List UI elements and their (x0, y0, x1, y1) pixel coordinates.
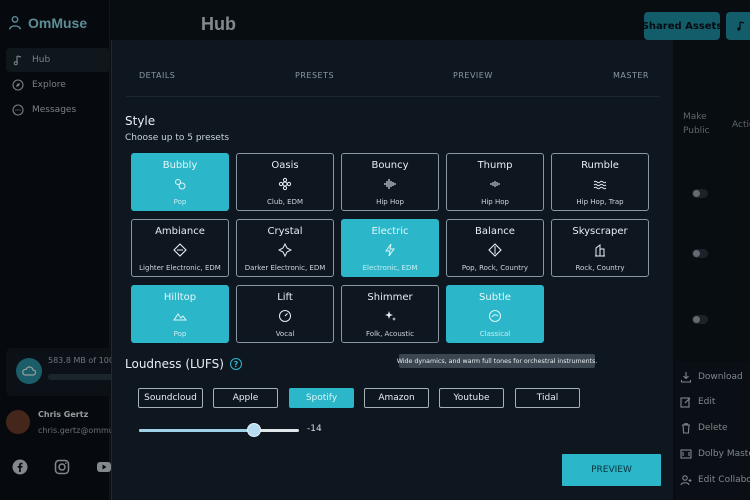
preset-card-shimmer[interactable]: Shimmer Folk, Acoustic (341, 285, 439, 343)
preset-name: Thump (477, 160, 513, 171)
preset-tags: Folk, Acoustic (366, 330, 414, 338)
gauge-icon (278, 306, 292, 326)
preset-tags: Lighter Electronic, EDM (139, 264, 221, 272)
small-waveform-icon (488, 174, 502, 194)
platform-spotify-button[interactable]: Spotify (289, 388, 354, 408)
preset-name: Electric (371, 226, 409, 237)
balance-icon (488, 240, 502, 260)
platform-apple-button[interactable]: Apple (213, 388, 278, 408)
preset-tags: Hip Hop, Trap (576, 198, 624, 206)
preset-name: Shimmer (367, 292, 413, 303)
step-presets[interactable]: PRESETS (295, 71, 334, 80)
preset-name: Bubbly (162, 160, 198, 171)
preview-button[interactable]: PREVIEW (562, 454, 661, 486)
loudness-heading: Loudness (LUFS) ? (125, 357, 242, 371)
help-icon[interactable]: ? (229, 358, 242, 370)
preset-card-thump[interactable]: Thump Hip Hop (446, 153, 544, 211)
building-icon (593, 240, 607, 260)
diamond-icon (173, 240, 187, 260)
loudness-heading-text: Loudness (LUFS) (125, 357, 224, 371)
preset-tooltip: Wide dynamics, and warm full tones for o… (397, 354, 597, 368)
sparkle-icon (383, 306, 397, 326)
circle-swirl-icon (488, 306, 502, 326)
preset-card-hilltop[interactable]: Hilltop Pop (131, 285, 229, 343)
preset-card-oasis[interactable]: Oasis Club, EDM (236, 153, 334, 211)
preset-card-ambiance[interactable]: Ambiance Lighter Electronic, EDM (131, 219, 229, 277)
preset-tags: Darker Electronic, EDM (244, 264, 326, 272)
bubbles-icon (173, 174, 187, 194)
step-preview[interactable]: PREVIEW (453, 71, 493, 80)
crystal-icon (278, 240, 292, 260)
preset-tags: Rock, Country (575, 264, 625, 272)
preset-name: Oasis (271, 160, 299, 171)
preset-card-lift[interactable]: Lift Vocal (236, 285, 334, 343)
step-details[interactable]: DETAILS (139, 71, 175, 80)
preset-card-bubbly[interactable]: Bubbly Pop (131, 153, 229, 211)
platform-amazon-button[interactable]: Amazon (364, 388, 429, 408)
preset-card-electric[interactable]: Electric Electronic, EDM (341, 219, 439, 277)
mountain-icon (173, 306, 187, 326)
step-master[interactable]: MASTER (613, 71, 649, 80)
preset-name: Lift (277, 292, 293, 303)
platform-tidal-button[interactable]: Tidal (515, 388, 580, 408)
preset-tags: Pop, Rock, Country (461, 264, 529, 272)
platform-youtube-button[interactable]: Youtube (439, 388, 504, 408)
loudness-slider-track[interactable] (139, 429, 299, 432)
preset-tags: Vocal (275, 330, 295, 338)
preset-tags: Pop (173, 198, 187, 206)
waves-icon (593, 174, 607, 194)
preset-tags: Electronic, EDM (362, 264, 418, 272)
step-divider (126, 96, 660, 97)
loudness-slider-thumb[interactable] (247, 423, 262, 437)
preset-card-balance[interactable]: Balance Pop, Rock, Country (446, 219, 544, 277)
lightning-icon (383, 240, 397, 260)
platform-soundcloud-button[interactable]: Soundcloud (138, 388, 203, 408)
loudness-slider-fill (139, 429, 255, 432)
preset-tags: Pop (173, 330, 187, 338)
preset-name: Skyscraper (572, 226, 628, 237)
preset-name: Crystal (267, 226, 303, 237)
preset-tags: Hip Hop (481, 198, 509, 206)
preset-card-skyscraper[interactable]: Skyscraper Rock, Country (551, 219, 649, 277)
preset-tags: Hip Hop (376, 198, 404, 206)
preset-card-bouncy[interactable]: Bouncy Hip Hop (341, 153, 439, 211)
preset-name: Hilltop (163, 292, 197, 303)
preset-tags: Club, EDM (266, 198, 303, 206)
preset-name: Balance (475, 226, 515, 237)
preset-card-crystal[interactable]: Crystal Darker Electronic, EDM (236, 219, 334, 277)
waveform-icon (383, 174, 397, 194)
style-subheading: Choose up to 5 presets (125, 133, 230, 143)
preset-tags: Classical (479, 330, 511, 338)
preset-name: Ambiance (155, 226, 205, 237)
preset-card-subtle[interactable]: Subtle Classical (446, 285, 544, 343)
preset-name: Bouncy (371, 160, 409, 171)
preset-card-rumble[interactable]: Rumble Hip Hop, Trap (551, 153, 649, 211)
flower-icon (278, 174, 292, 194)
loudness-value: -14 (307, 424, 322, 434)
style-heading: Style (125, 114, 156, 128)
preset-name: Subtle (479, 292, 511, 303)
preset-name: Rumble (581, 160, 619, 171)
mastering-modal: DETAILS PRESETS PREVIEW MASTER Style Cho… (111, 40, 673, 500)
